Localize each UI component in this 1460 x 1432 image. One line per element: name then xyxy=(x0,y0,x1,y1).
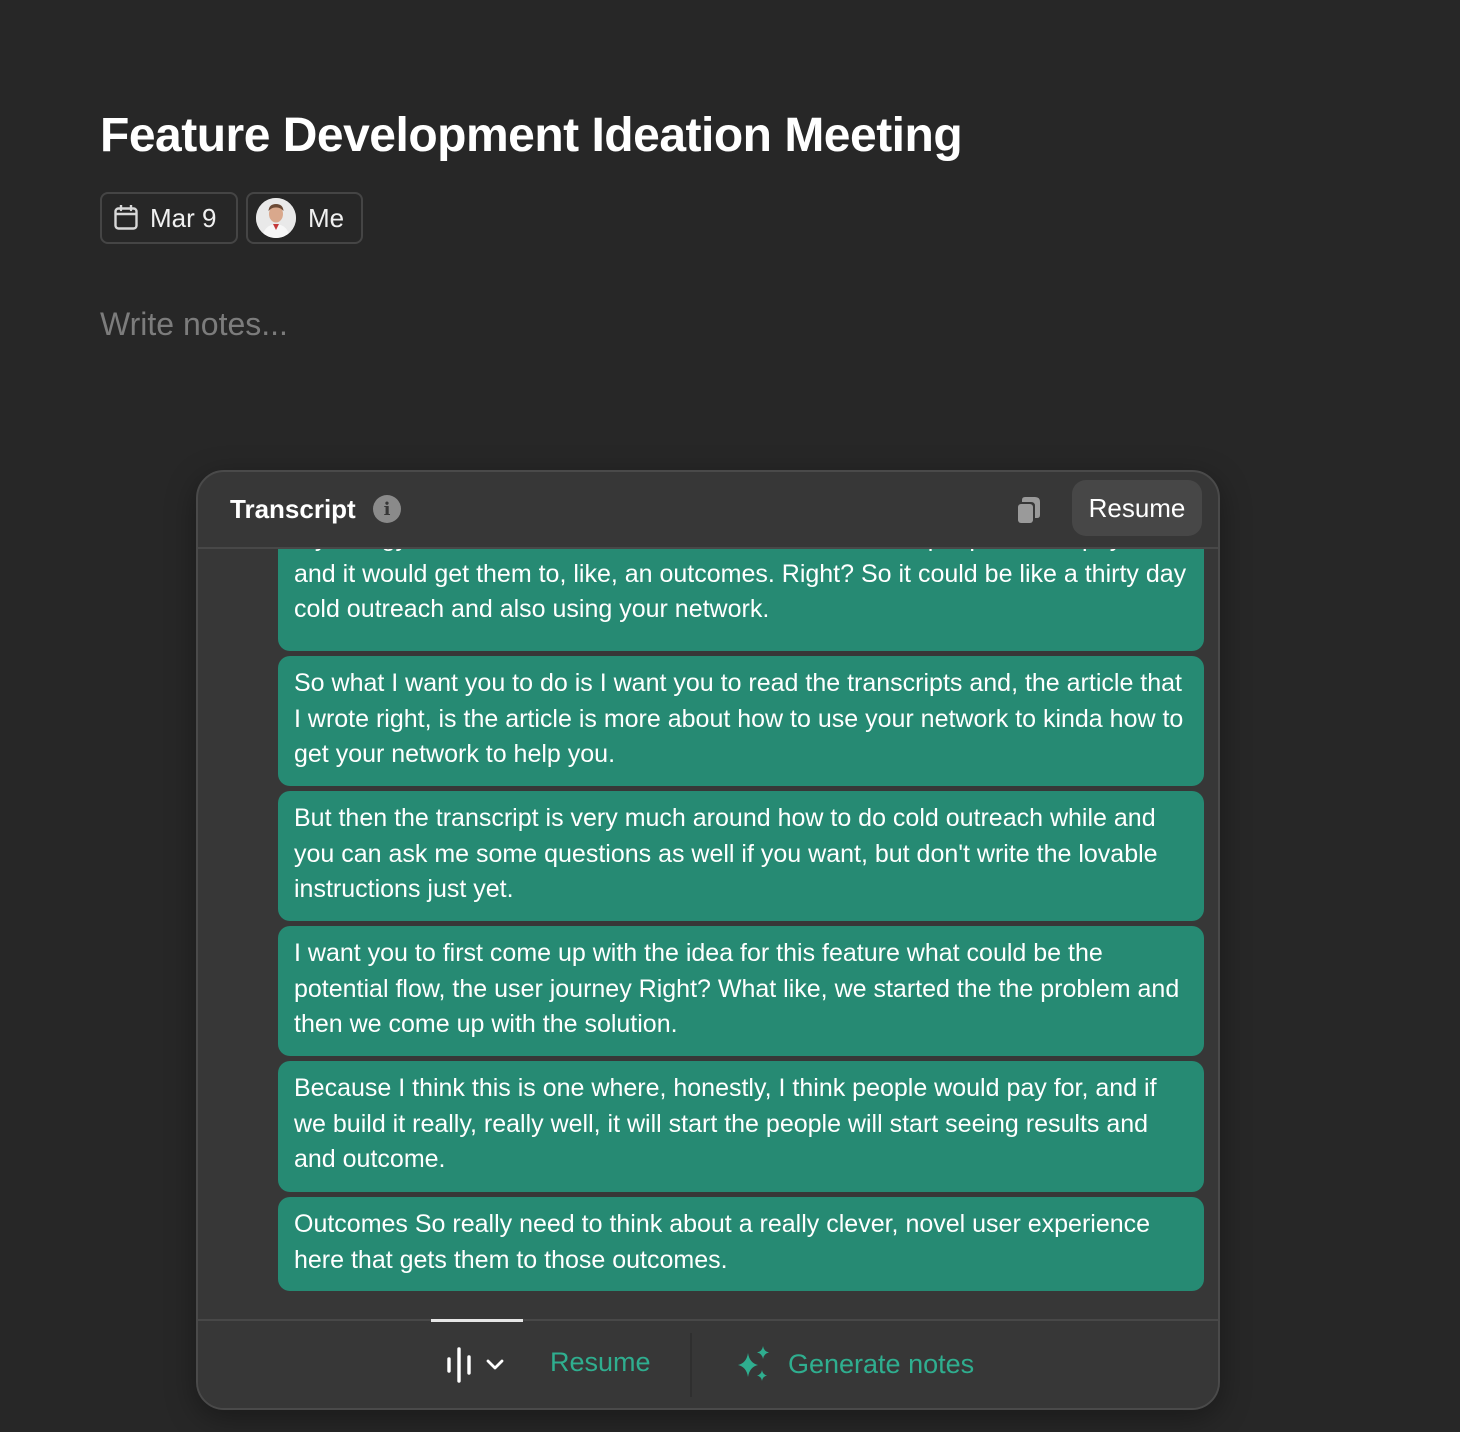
generate-notes-button[interactable]: Generate notes xyxy=(734,1345,974,1383)
transcript-segment: mythology of how to do because this is o… xyxy=(278,549,1204,651)
calendar-icon xyxy=(114,205,138,230)
transcript-segment: Outcomes So really need to think about a… xyxy=(278,1197,1204,1291)
audio-source-dropdown[interactable] xyxy=(446,1345,512,1385)
transcript-header: Transcript i Resume xyxy=(198,472,1218,549)
participant-chip[interactable]: Me xyxy=(246,192,363,244)
date-label: Mar 9 xyxy=(150,202,217,233)
sparkles-icon xyxy=(738,1346,769,1381)
chevron-down-icon xyxy=(486,1359,504,1370)
avatar xyxy=(256,198,296,238)
meeting-page: Feature Development Ideation Meeting Mar… xyxy=(0,0,1460,1432)
transcript-segment: But then the transcript is very much aro… xyxy=(278,791,1204,921)
transcript-title: Transcript xyxy=(230,494,356,524)
info-icon[interactable]: i xyxy=(373,495,401,523)
copy-icon[interactable] xyxy=(1016,496,1042,524)
transcript-footer: Resume Generate notes xyxy=(198,1319,1218,1408)
resume-button[interactable]: Resume xyxy=(1072,480,1202,536)
footer-divider xyxy=(690,1333,692,1397)
page-title[interactable]: Feature Development Ideation Meeting xyxy=(100,108,963,163)
notes-input[interactable]: Write notes... xyxy=(100,306,288,343)
date-chip[interactable]: Mar 9 xyxy=(100,192,238,244)
waveform-icon xyxy=(447,1347,471,1383)
transcript-segment: I want you to first come up with the ide… xyxy=(278,926,1204,1056)
resume-transcription-button[interactable]: Resume xyxy=(550,1347,651,1378)
transcript-segment: Because I think this is one where, hones… xyxy=(278,1061,1204,1192)
participant-label: Me xyxy=(308,202,345,233)
generate-notes-label: Generate notes xyxy=(788,1348,975,1379)
transcript-segment: So what I want you to do is I want you t… xyxy=(278,656,1204,786)
transcript-list[interactable]: mythology of how to do because this is o… xyxy=(198,549,1218,1319)
transcript-panel: Transcript i Resume mythology of how to … xyxy=(196,470,1220,1410)
footer-active-indicator xyxy=(431,1319,523,1322)
